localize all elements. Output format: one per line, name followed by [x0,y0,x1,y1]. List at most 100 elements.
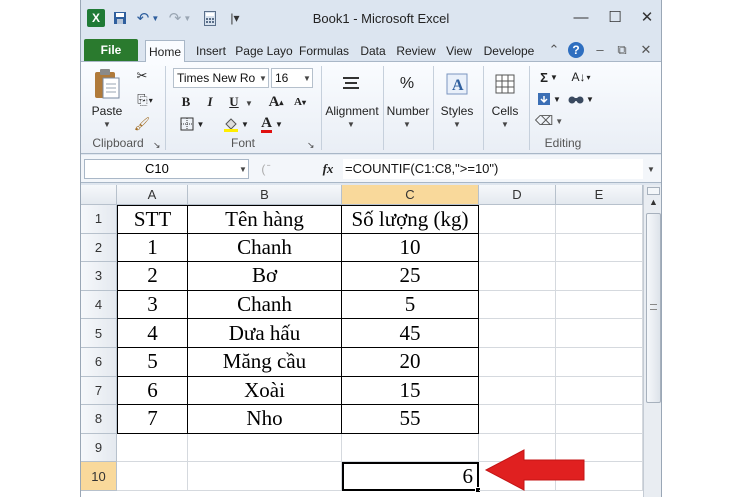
cell-a2[interactable]: 1 [117,233,188,263]
tab-developer[interactable]: Develope [479,40,539,62]
cell-d7[interactable] [479,376,556,406]
cell-e7[interactable] [556,376,643,406]
tab-formulas[interactable]: Formulas [295,40,353,62]
expand-icon[interactable]: ( ̄ [253,159,277,179]
alignment-button-label[interactable]: Alignment [323,104,381,118]
cell-a6[interactable]: 5 [117,348,188,377]
cell-b7[interactable]: Xoài [188,376,342,406]
formula-input[interactable]: =COUNTIF(C1:C8,">=10") [343,159,643,179]
row-header-6[interactable]: 6 [81,348,117,377]
scrollbar-thumb[interactable] [646,213,661,403]
clipboard-launcher-icon[interactable]: ↘ [153,140,161,151]
cell-e6[interactable] [556,348,643,377]
cell-a5[interactable]: 4 [117,319,188,348]
fill-color-icon[interactable]: ▼ [221,114,251,134]
autosum-icon[interactable]: Σ ▼ [537,68,561,86]
tab-view[interactable]: View [441,40,477,62]
alignment-icon[interactable] [337,70,365,98]
cell-e2[interactable] [556,233,643,263]
sort-filter-icon[interactable]: A↓ ▾ [567,68,595,86]
cell-d5[interactable] [479,319,556,348]
fill-icon[interactable]: ▼ [537,90,561,108]
expand-formula-bar-icon[interactable]: ▼ [647,165,655,174]
font-name-combo[interactable]: Times New Ro [173,68,269,88]
name-box-dropdown-icon[interactable]: ▼ [239,165,247,174]
copy-icon[interactable]: ⎘ ▾ [133,90,157,110]
customize-icon[interactable]: |▾ [227,9,243,27]
insert-function-button[interactable]: fx [317,159,339,179]
borders-icon[interactable]: ▼ [177,114,207,134]
column-header-d[interactable]: D [479,185,556,205]
row-header-4[interactable]: 4 [81,290,117,320]
cell-b8[interactable]: Nho [188,405,342,434]
cell-c5[interactable]: 45 [342,319,479,348]
number-format-icon[interactable]: % [393,70,421,98]
cell-e8[interactable] [556,405,643,434]
format-painter-icon[interactable]: 🖌 [133,114,151,134]
cell-c2[interactable]: 10 [342,233,479,263]
paste-button-label[interactable]: Paste [87,104,127,118]
cell-e3[interactable] [556,262,643,291]
underline-dropdown-icon[interactable]: ▼ [245,99,253,108]
cell-b6[interactable]: Măng cầu [188,348,342,377]
cell-c6[interactable]: 20 [342,348,479,377]
find-select-icon[interactable]: ▼ [567,90,595,108]
cell-a3[interactable]: 2 [117,262,188,291]
tab-home[interactable]: Home [145,40,185,63]
paste-dropdown-icon[interactable]: ▼ [103,120,111,129]
scroll-up-icon[interactable]: ▲ [647,197,660,210]
row-header-8[interactable]: 8 [81,405,117,434]
select-all-corner[interactable] [81,185,117,205]
shrink-font-button[interactable]: A ▾ [289,92,311,112]
maximize-button[interactable]: ☐ [603,8,627,28]
cell-e1[interactable] [556,205,643,234]
row-header-7[interactable]: 7 [81,376,117,406]
tab-insert[interactable]: Insert [189,40,233,62]
cell-b9[interactable] [188,433,342,463]
cell-c7[interactable]: 15 [342,376,479,406]
minimize-button[interactable]: — [569,8,593,28]
font-color-icon[interactable]: A ▼ [257,114,287,134]
close-workbook-icon[interactable]: ✕ [637,41,655,59]
cell-d8[interactable] [479,405,556,434]
cell-b5[interactable]: Dưa hấu [188,319,342,348]
cell-a4[interactable]: 3 [117,290,188,320]
cell-b1[interactable]: Tên hàng [188,205,342,234]
cell-d6[interactable] [479,348,556,377]
cell-b4[interactable]: Chanh [188,290,342,320]
active-cell-c10[interactable]: 6 [342,462,481,493]
cell-d1[interactable] [479,205,556,234]
bold-button[interactable]: B [177,92,195,112]
calculator-icon[interactable] [201,9,219,27]
cell-b2[interactable]: Chanh [188,233,342,263]
column-header-c[interactable]: C [342,185,479,205]
cell-e5[interactable] [556,319,643,348]
cell-a10[interactable] [117,462,188,491]
row-header-3[interactable]: 3 [81,262,117,291]
cell-c1[interactable]: Số lượng (kg) [342,205,479,234]
font-launcher-icon[interactable]: ↘ [307,140,315,151]
cell-a9[interactable] [117,433,188,463]
styles-icon[interactable]: A [443,70,471,98]
row-header-5[interactable]: 5 [81,319,117,348]
paste-icon[interactable] [89,66,125,102]
italic-button[interactable]: I [201,92,219,112]
excel-logo-icon[interactable]: X [87,9,105,27]
redo-icon[interactable]: ↷ ▼ [167,9,193,27]
restore-workbook-icon[interactable]: ⧉ [613,41,631,59]
save-icon[interactable] [111,9,129,27]
row-header-10[interactable]: 10 [81,462,117,491]
tab-data[interactable]: Data [355,40,391,62]
cell-b3[interactable]: Bơ [188,262,342,291]
row-header-2[interactable]: 2 [81,233,117,263]
styles-button-label[interactable]: Styles [435,104,479,118]
cells-icon[interactable] [491,70,519,98]
collapse-ribbon-icon[interactable]: ⌃ [545,41,563,59]
grow-font-button[interactable]: A ▴ [265,92,287,112]
cell-b10[interactable] [188,462,342,491]
cell-d3[interactable] [479,262,556,291]
split-box[interactable] [647,187,660,195]
column-header-e[interactable]: E [556,185,643,205]
cell-c3[interactable]: 25 [342,262,479,291]
row-header-1[interactable]: 1 [81,205,117,234]
